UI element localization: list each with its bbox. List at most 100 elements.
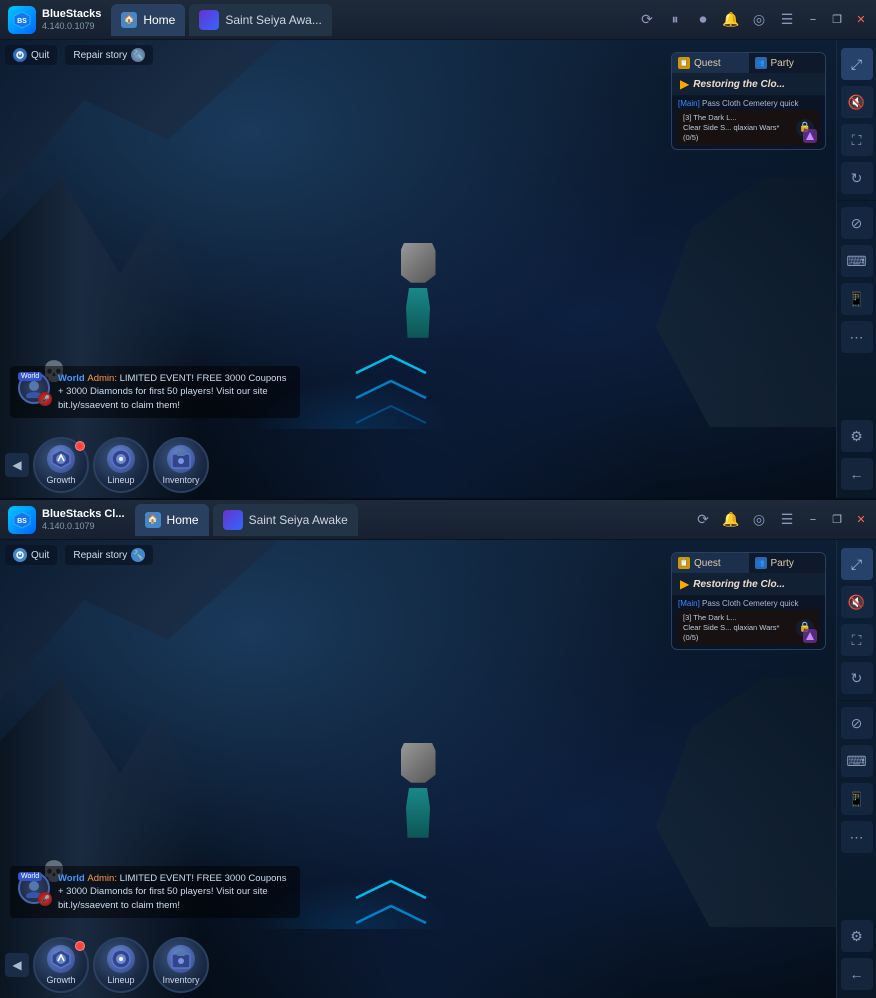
back-btn-1[interactable]: ←: [841, 458, 873, 490]
action-bar-2: ◀ Growth: [5, 937, 209, 993]
sound-btn-1[interactable]: 🔇: [841, 86, 873, 118]
pause-btn-1[interactable]: ⏸: [666, 11, 684, 29]
block-btn-2[interactable]: ⊘: [841, 707, 873, 739]
inventory-button-2[interactable]: Inventory: [153, 937, 209, 993]
quest-icon-1: 📋: [678, 57, 690, 69]
more-btn-2[interactable]: ⋯: [841, 821, 873, 853]
bluestacks-logo-2: BS: [8, 506, 36, 534]
gear-btn-2[interactable]: ⚙: [841, 920, 873, 952]
restore-btn-1[interactable]: ❐: [830, 13, 844, 27]
quit-icon-2: [13, 548, 27, 562]
rock-right-2: [656, 677, 836, 927]
quest-tabs-2: 📋 Quest 👥 Party: [672, 553, 825, 573]
chat-area-2: 🎤 World World Admin: LIMITED EVENT! FREE…: [10, 866, 300, 918]
game-scene-1: 💀: [0, 40, 836, 498]
record-btn-1[interactable]: ⏺: [694, 11, 712, 29]
repair-icon-2: 🔧: [131, 548, 145, 562]
sync-btn-1[interactable]: ⟳: [638, 11, 656, 29]
action-left-btn-1[interactable]: ◀: [5, 453, 29, 477]
sound-btn-2[interactable]: 🔇: [841, 586, 873, 618]
quest-icon-2: 📋: [678, 557, 690, 569]
quest-body-1: [Main] Pass Cloth Cemetery quick [3] The…: [672, 95, 825, 149]
title-controls-1: ⟳ ⏸ ⏺ 🔔 ◎ ☰ − ❐ ✕: [638, 11, 868, 29]
growth-notif-2: [75, 941, 85, 951]
title-bar-2: BS BlueStacks Cl... 4.140.0.1079 🏠 Home …: [0, 500, 876, 540]
more-btn-1[interactable]: ⋯: [841, 321, 873, 353]
quest-main-label-2: [Main] Pass Cloth Cemetery quick: [678, 599, 819, 608]
char-body-2: [403, 788, 433, 838]
char-head-1: [401, 243, 436, 283]
party-tab-1[interactable]: 👥 Party: [749, 53, 826, 73]
bell-btn-1[interactable]: 🔔: [722, 11, 740, 29]
tab-home-2[interactable]: 🏠 Home: [135, 504, 209, 536]
hamburger-btn-2[interactable]: ☰: [778, 511, 796, 529]
quest-panel-1: 📋 Quest 👥 Party ▶ Restoring the Clo...: [671, 52, 826, 150]
quit-icon-1: [13, 48, 27, 62]
character-2: [388, 748, 448, 838]
camera-btn-2[interactable]: ◎: [750, 511, 768, 529]
gear-btn-1[interactable]: ⚙: [841, 420, 873, 452]
tab-game-1[interactable]: Saint Seiya Awa...: [189, 4, 332, 36]
repair-story-button-2[interactable]: Repair story 🔧: [65, 545, 153, 565]
quest-tab-2[interactable]: 📋 Quest: [672, 553, 749, 573]
close-btn-2[interactable]: ✕: [854, 513, 868, 527]
quest-tabs-1: 📋 Quest 👥 Party: [672, 53, 825, 73]
sep-2: [837, 700, 876, 701]
phone-btn-1[interactable]: 📱: [841, 283, 873, 315]
repair-story-button-1[interactable]: Repair story 🔧: [65, 45, 153, 65]
game-viewport-2[interactable]: 💀: [0, 540, 836, 998]
tab-group-2: 🏠 Home Saint Seiya Awake: [135, 504, 358, 536]
fullscreen-btn-2[interactable]: ⛶: [841, 624, 873, 656]
rotate-btn-2[interactable]: ↻: [841, 662, 873, 694]
lineup-button-2[interactable]: Lineup: [93, 937, 149, 993]
keyboard-btn-1[interactable]: ⌨: [841, 245, 873, 277]
party-tab-2[interactable]: 👥 Party: [749, 553, 826, 573]
action-left-btn-2[interactable]: ◀: [5, 953, 29, 977]
lineup-button-1[interactable]: Lineup: [93, 437, 149, 493]
restore-btn-2[interactable]: ❐: [830, 513, 844, 527]
chat-text-2: World Admin: LIMITED EVENT! FREE 3000 Co…: [58, 872, 292, 912]
mic-icon-2: 🎤: [38, 892, 52, 906]
svg-text:BS: BS: [17, 18, 27, 25]
quest-sub-2: [3] The Dark L... Clear Side S... qlaxia…: [678, 610, 819, 645]
game-tab-icon-2: [223, 510, 243, 530]
quest-tab-1[interactable]: 📋 Quest: [672, 53, 749, 73]
quit-button-2[interactable]: Quit: [5, 545, 57, 565]
character-1: [388, 248, 448, 338]
back-btn-2[interactable]: ←: [841, 958, 873, 990]
expand-btn-1[interactable]: ⤢: [841, 48, 873, 80]
quest-xp-1: [803, 129, 817, 143]
quest-arrow-2: ▶: [680, 577, 689, 591]
hamburger-btn-1[interactable]: ☰: [778, 11, 796, 29]
bell-btn-2[interactable]: 🔔: [722, 511, 740, 529]
close-btn-1[interactable]: ✕: [854, 13, 868, 27]
game-viewport-1[interactable]: 💀: [0, 40, 836, 498]
phone-btn-2[interactable]: 📱: [841, 783, 873, 815]
game-scene-2: 💀: [0, 540, 836, 998]
quit-button-1[interactable]: Quit: [5, 45, 57, 65]
right-panel-2: ⤢ 🔇 ⛶ ↻ ⊘ ⌨ 📱 ⋯ ⚙ ←: [836, 540, 876, 998]
inventory-button-1[interactable]: Inventory: [153, 437, 209, 493]
growth-button-1[interactable]: Growth: [33, 437, 89, 493]
top-toolbar-2: Quit Repair story 🔧: [5, 545, 153, 565]
tab-group-1: 🏠 Home Saint Seiya Awa...: [111, 4, 332, 36]
keyboard-btn-2[interactable]: ⌨: [841, 745, 873, 777]
tab-home-1[interactable]: 🏠 Home: [111, 4, 185, 36]
direction-arrows-1: [351, 353, 431, 425]
direction-arrows-2: [351, 878, 431, 925]
growth-icon-1: [47, 445, 75, 473]
expand-btn-2[interactable]: ⤢: [841, 548, 873, 580]
minimize-btn-1[interactable]: −: [806, 13, 820, 27]
quest-body-2: [Main] Pass Cloth Cemetery quick [3] The…: [672, 595, 825, 649]
growth-button-2[interactable]: Growth: [33, 937, 89, 993]
rotate-btn-1[interactable]: ↻: [841, 162, 873, 194]
camera-btn-1[interactable]: ◎: [750, 11, 768, 29]
game-tab-icon-1: [199, 10, 219, 30]
svg-text:BS: BS: [17, 518, 27, 525]
minimize-btn-2[interactable]: −: [806, 513, 820, 527]
tab-game-2[interactable]: Saint Seiya Awake: [213, 504, 358, 536]
fullscreen-btn-1[interactable]: ⛶: [841, 124, 873, 156]
block-btn-1[interactable]: ⊘: [841, 207, 873, 239]
sync-btn-2[interactable]: ⟳: [694, 511, 712, 529]
party-icon-1: 👥: [755, 57, 767, 69]
